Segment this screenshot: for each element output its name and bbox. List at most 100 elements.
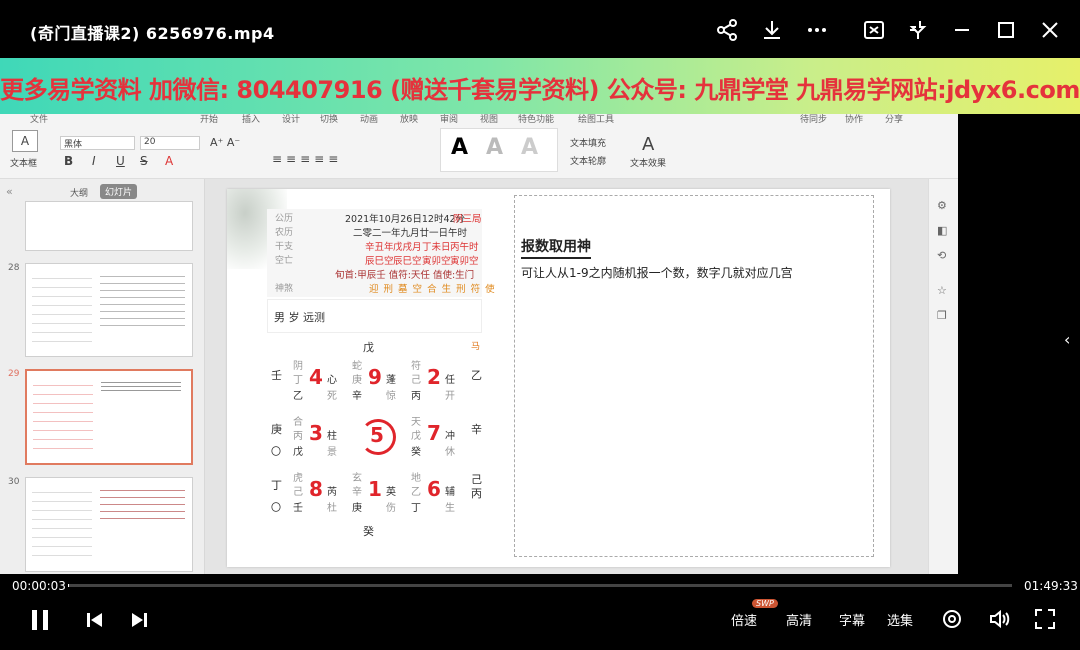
font-name-field: 黑体 [60,136,135,150]
slide: 公历 农历 干支 空亡 神煞 2021年10月26日12时42分 阴三局 二零二… [227,189,890,567]
qimen-grid: 戊 马 癸 壬 庚 〇 丁 〇 乙 辛 己 丙 阴丁乙4心死蛇庚辛9蓬惊符己丙2… [267,337,482,538]
align-icons: ≡≡≡≡≡ [272,152,343,166]
shapes-icon: ◧ [937,224,948,237]
palace-3: 合丙戊3柱景 [289,411,347,465]
palace-gan: 丁 [411,503,421,514]
tab-draw: 绘图工具 [578,115,615,125]
ju-value: 阴三局 [453,214,482,225]
strike-icon: S [140,154,148,168]
tab-review: 审阅 [440,115,459,125]
slide-number: 30 [8,477,20,487]
tab-show: 放映 [400,115,419,125]
tab-insert: 插入 [242,115,261,125]
palace-9: 蛇庚辛9蓬惊 [348,355,406,409]
palace-number: 3 [309,421,323,445]
share-icon[interactable] [715,18,739,42]
palace-7: 天戊癸7冲休 [407,411,465,465]
episodes-button[interactable]: 选集 [887,610,913,629]
pin-icon[interactable] [906,18,930,42]
palace-stem: 丁 [293,375,303,386]
kongwang-month: 辰巳空 [393,256,422,267]
palace-gan: 丙 [411,391,421,402]
collab-label: 协作 [845,115,864,125]
settings-icon: ⚙ [937,199,947,212]
grid-horse-mark: 马 [471,342,481,352]
palace-stem: 庚 [352,375,362,386]
ganzhi-year: 辛丑年 [365,242,394,253]
volume-icon[interactable] [988,608,1012,630]
palace-stem: 乙 [411,487,421,498]
previous-icon[interactable] [86,612,104,628]
underline-icon: U [116,154,125,168]
video-title: (奇门直播课2) 6256976.mp4 [30,24,275,43]
tab-transition: 切换 [320,115,339,125]
pane-tab-outline: 大纲 [70,189,89,199]
textbox-label: 文本框 [10,159,38,169]
slide-number: 28 [8,263,20,273]
progress-bar[interactable] [68,584,1012,587]
slide-canvas: 公历 农历 干支 空亡 神煞 2021年10月26日12时42分 阴三局 二零二… [205,179,928,574]
title-bar: (奇门直播课2) 6256976.mp4 [0,0,1080,58]
total-time: 01:49:33 [1024,579,1078,593]
ganzhi-hour: 丙午时 [450,242,479,253]
palace-4: 阴丁乙4心死 [289,355,347,409]
palace-number: 4 [309,365,323,389]
slide-thumbnail-active [25,369,193,465]
grid-right-stem: 辛 [471,423,482,436]
download-icon[interactable] [760,18,784,42]
text-outline-label: 文本轮廓 [570,157,607,167]
palace-8: 虎己壬8芮杜 [289,467,347,521]
question-box: 男 岁 远测 [267,299,482,333]
pane-tab-slides: 幻灯片 [100,184,138,199]
slide-thumbnail [25,201,193,251]
palace-door: 休 [445,447,455,458]
palace-god: 符 [411,361,421,372]
palace-god: 合 [293,417,303,428]
textbox-icon: A [12,130,38,152]
text-fill-label: 文本填充 [570,139,607,149]
question-text: 男 岁 远测 [274,311,325,324]
tab-view: 视图 [480,115,499,125]
grow-font-icon: A⁺ A⁻ [210,136,241,149]
tab-special: 特色功能 [518,115,555,125]
label-nongli: 农历 [275,228,294,238]
video-right-margin: ‹ [958,114,1080,574]
fullscreen-icon[interactable] [1034,608,1056,630]
palace-gan: 壬 [293,503,303,514]
pause-icon[interactable] [30,608,50,632]
chevron-left-icon[interactable]: ‹ [1064,330,1070,349]
palace-stem: 辛 [352,487,362,498]
palace-god: 虎 [293,473,303,484]
minimize-icon[interactable] [950,18,974,42]
kongwang-hour: 寅卯空 [450,256,479,267]
more-icon[interactable] [805,18,829,42]
palace-star: 英 [386,487,396,498]
palace-star: 蓬 [386,375,396,386]
tab-animation: 动画 [360,115,379,125]
nongli-value: 二零二一年九月廿一日午时 [353,228,468,239]
maximize-icon[interactable] [994,18,1018,42]
shensha-value: 迎 刑 墓 空 合 生 刑 符 使 [369,284,496,295]
subtitle-button[interactable]: 字幕 [839,610,865,629]
palace-number: 2 [427,365,441,389]
speed-button[interactable]: 倍速 [731,610,757,629]
ganzhi-month: 戊戌月 [393,242,422,253]
palace-god: 阴 [293,361,303,372]
current-time: 00:00:03 [12,579,66,593]
palace-gan: 辛 [352,391,362,402]
pip-icon[interactable] [862,18,886,42]
grid-top-stem: 戊 [363,341,374,354]
share-label: 分享 [885,115,904,125]
ppt-ribbon: 文件 开始 插入 设计 切换 动画 放映 审阅 视图 特色功能 绘图工具 待同步… [0,114,958,179]
label-gongli: 公历 [275,214,294,224]
palace-door: 伤 [386,503,396,514]
italic-icon: I [92,154,96,168]
palace-gan: 庚 [352,503,362,514]
target-icon[interactable] [941,608,963,630]
copy-icon: ❐ [937,309,947,322]
close-icon[interactable] [1038,18,1062,42]
palace-number: 1 [368,477,382,501]
quality-button[interactable]: 高清 [786,610,812,629]
next-icon[interactable] [130,612,148,628]
video-frame[interactable]: 文件 开始 插入 设计 切换 动画 放映 审阅 视图 特色功能 绘图工具 待同步… [0,114,958,574]
